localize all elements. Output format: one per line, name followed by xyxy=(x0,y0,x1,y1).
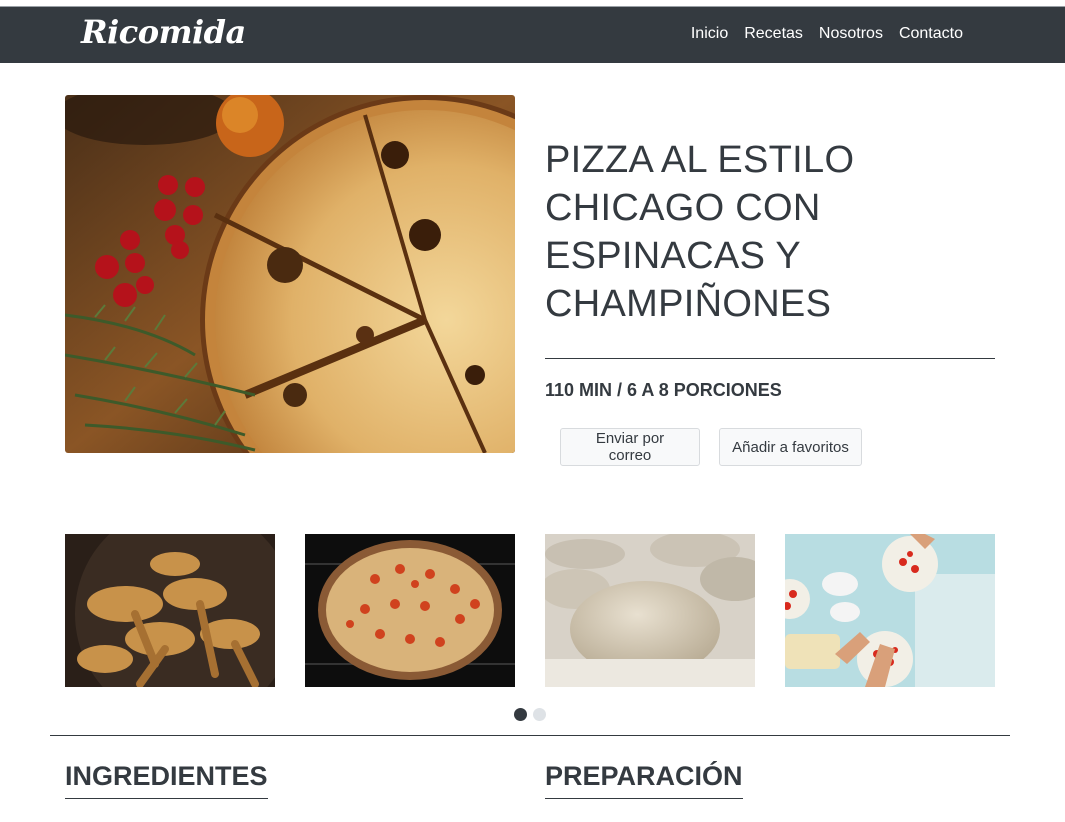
nav-link-inicio[interactable]: Inicio xyxy=(683,25,736,43)
gallery-thumb-mushrooms[interactable] xyxy=(65,534,275,687)
mushrooms-photo-icon xyxy=(65,534,275,687)
recipe-title: PIZZA AL ESTILO CHICAGO CON ESPINACAS Y … xyxy=(545,139,855,325)
preparation-heading: PREPARACIÓN xyxy=(545,760,743,799)
pizza-photo-icon xyxy=(305,534,515,687)
brand-logo[interactable]: Ricomida xyxy=(81,13,246,51)
pizza-preparation-photo-icon xyxy=(785,534,995,687)
gallery-thumb-preparation[interactable] xyxy=(785,534,995,687)
add-favorite-button[interactable]: Añadir a favoritos xyxy=(719,428,862,466)
dough-photo-icon xyxy=(545,534,755,687)
ingredients-heading: INGREDIENTES xyxy=(65,760,268,799)
nav-link-nosotros[interactable]: Nosotros xyxy=(811,25,891,43)
gallery-thumb-dough[interactable] xyxy=(545,534,755,687)
hero-pizza-image xyxy=(65,95,515,453)
gallery-pagination xyxy=(514,708,546,721)
title-divider xyxy=(545,358,995,359)
gallery-dot-1[interactable] xyxy=(514,708,527,721)
recipe-meta: 110 MIN / 6 A 8 PORCIONES xyxy=(545,380,782,400)
section-divider xyxy=(50,735,1010,736)
top-border xyxy=(0,0,1065,7)
nav-links: Inicio Recetas Nosotros Contacto xyxy=(683,25,971,43)
nav-link-recetas[interactable]: Recetas xyxy=(736,25,811,43)
gallery-dot-2[interactable] xyxy=(533,708,546,721)
navbar: Ricomida Inicio Recetas Nosotros Contact… xyxy=(0,7,1065,63)
email-recipe-button[interactable]: Enviar por correo xyxy=(560,428,700,466)
nav-link-contacto[interactable]: Contacto xyxy=(891,25,971,43)
gallery-thumb-pizza[interactable] xyxy=(305,534,515,687)
